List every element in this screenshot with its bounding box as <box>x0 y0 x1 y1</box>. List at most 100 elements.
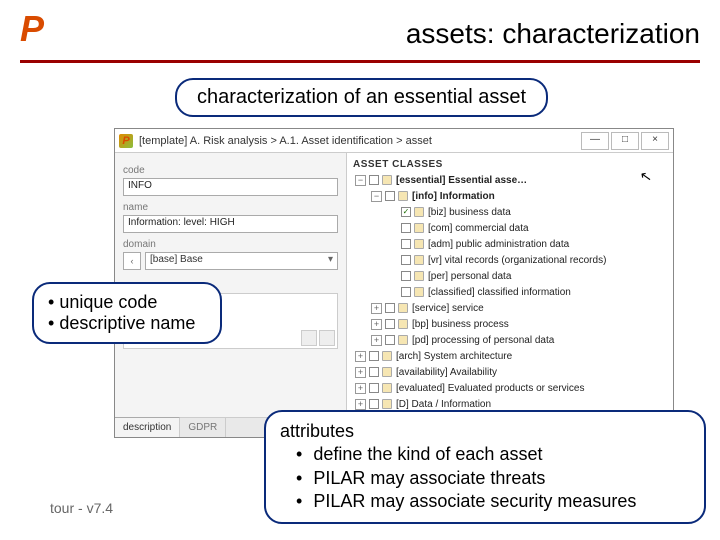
callout-bottom-list: define the kind of each asset PILAR may … <box>292 443 690 513</box>
tree-node[interactable]: −[info] Information <box>371 188 671 204</box>
asset-class-icon <box>398 319 408 329</box>
minimize-button[interactable]: — <box>581 132 609 150</box>
tree-node-label: [evaluated] Evaluated products or servic… <box>396 383 584 394</box>
domain-row: ‹ [base] Base ▾ <box>123 252 338 270</box>
tree-checkbox[interactable] <box>369 383 379 393</box>
tree-node-label: [D] Data / Information <box>396 399 491 410</box>
expand-toggle-icon[interactable]: + <box>355 367 366 378</box>
window-title: [template] A. Risk analysis > A.1. Asset… <box>139 135 432 147</box>
tree-node-label: [pd] processing of personal data <box>412 335 554 346</box>
tree-node-label: [per] personal data <box>428 271 511 282</box>
asset-class-icon <box>382 367 392 377</box>
tree-node-label: [bp] business process <box>412 319 509 330</box>
callout-left-item: unique code <box>48 292 206 313</box>
tree-node[interactable]: [adm] public administration data <box>387 236 671 252</box>
expand-toggle-icon[interactable]: + <box>355 383 366 394</box>
expand-toggle-icon[interactable]: − <box>371 191 382 202</box>
tree-checkbox[interactable] <box>369 367 379 377</box>
domain-prev-button[interactable]: ‹ <box>123 252 141 270</box>
callout-left: unique code descriptive name <box>32 282 222 344</box>
sources-remove-button[interactable] <box>319 330 335 346</box>
callout-top: characterization of an essential asset <box>175 78 548 117</box>
expand-toggle-icon[interactable]: + <box>355 399 366 410</box>
asset-class-icon <box>382 383 392 393</box>
name-field[interactable]: Information: level: HIGH <box>123 215 338 233</box>
tree-checkbox[interactable] <box>385 335 395 345</box>
tree-node[interactable]: [biz] business data <box>387 204 671 220</box>
slide-title: assets: characterization <box>406 18 700 50</box>
header-rule <box>20 60 700 63</box>
sources-add-button[interactable] <box>301 330 317 346</box>
asset-classes-tree[interactable]: − [essential] Essential asse… −[info] Info… <box>349 172 671 437</box>
tree-node[interactable]: [vr] vital records (organizational recor… <box>387 252 671 268</box>
tree-node[interactable]: + [pd] processing of personal data <box>371 332 671 348</box>
name-label: name <box>123 202 338 213</box>
tree-node[interactable]: [classified] classified information <box>387 284 671 300</box>
tree-node-label: [classified] classified information <box>428 287 571 298</box>
tree-checkbox[interactable] <box>369 351 379 361</box>
tree-checkbox[interactable] <box>369 399 379 409</box>
tree-checkbox[interactable] <box>385 303 395 313</box>
callout-bottom-title: attributes <box>280 420 690 443</box>
tree-node[interactable]: +[availability] Availability <box>355 364 671 380</box>
callout-bottom-item: define the kind of each asset <box>292 443 690 466</box>
tree-node-label: [arch] System architecture <box>396 351 512 362</box>
maximize-button[interactable]: □ <box>611 132 639 150</box>
window-titlebar[interactable]: P [template] A. Risk analysis > A.1. Ass… <box>115 129 673 153</box>
asset-class-icon <box>414 223 424 233</box>
asset-class-icon <box>382 399 392 409</box>
close-button[interactable]: × <box>641 132 669 150</box>
tree-checkbox[interactable] <box>385 319 395 329</box>
callout-bottom: attributes define the kind of each asset… <box>264 410 706 524</box>
expand-toggle-icon[interactable]: + <box>371 303 382 314</box>
tree-node[interactable]: + [service] service <box>371 300 671 316</box>
tree-checkbox[interactable] <box>401 255 411 265</box>
tree-node-label: [service] service <box>412 303 484 314</box>
pilar-logo: P <box>20 8 44 50</box>
tree-checkbox[interactable] <box>369 175 379 185</box>
tree-node[interactable]: [com] commercial data <box>387 220 671 236</box>
tree-node-label: [com] commercial data <box>428 223 529 234</box>
asset-classes-pane: ASSET CLASSES − [essential] Essential ass… <box>347 153 673 437</box>
asset-class-icon <box>398 303 408 313</box>
asset-class-icon <box>382 175 392 185</box>
tree-node-label: [essential] Essential asse… <box>396 175 527 186</box>
code-field[interactable]: INFO <box>123 178 338 196</box>
tree-checkbox[interactable] <box>401 287 411 297</box>
tree-node-label: [vr] vital records (organizational recor… <box>428 255 606 266</box>
tree-node[interactable]: + [evaluated] Evaluated products or servi… <box>355 380 671 396</box>
tree-node[interactable]: [per] personal data <box>387 268 671 284</box>
callout-bottom-item: PILAR may associate security measures <box>292 490 690 513</box>
asset-classes-title: ASSET CLASSES <box>349 157 671 172</box>
asset-class-icon <box>414 271 424 281</box>
tab-gdpr[interactable]: GDPR <box>180 418 226 437</box>
pilar-icon: P <box>119 134 133 148</box>
expand-toggle-icon[interactable]: + <box>371 335 382 346</box>
tree-checkbox[interactable] <box>401 223 411 233</box>
callout-left-list: unique code descriptive name <box>48 292 206 334</box>
tree-node[interactable]: + [bp] business process <box>371 316 671 332</box>
tree-checkbox[interactable] <box>401 207 411 217</box>
domain-label: domain <box>123 239 338 250</box>
tree-checkbox[interactable] <box>385 191 395 201</box>
callout-left-item: descriptive name <box>48 313 206 334</box>
tree-checkbox[interactable] <box>401 239 411 249</box>
asset-class-icon <box>414 255 424 265</box>
callout-top-text: characterization of an essential asset <box>197 86 526 108</box>
code-value: INFO <box>128 180 152 191</box>
tab-description[interactable]: description <box>115 417 180 437</box>
asset-class-icon <box>414 239 424 249</box>
expand-toggle-icon[interactable]: − <box>355 175 366 186</box>
tree-checkbox[interactable] <box>401 271 411 281</box>
domain-select[interactable]: [base] Base ▾ <box>145 252 338 270</box>
logo-letter: P <box>20 8 44 49</box>
tree-node[interactable]: + [arch] System architecture <box>355 348 671 364</box>
asset-class-icon <box>398 335 408 345</box>
expand-toggle-icon[interactable]: + <box>371 319 382 330</box>
callout-bottom-item: PILAR may associate threats <box>292 467 690 490</box>
name-value: Information: level: HIGH <box>128 217 235 228</box>
expand-toggle-icon[interactable]: + <box>355 351 366 362</box>
code-label: code <box>123 165 338 176</box>
tree-node-label: [biz] business data <box>428 207 511 218</box>
tree-node[interactable]: − [essential] Essential asse… <box>355 172 671 188</box>
